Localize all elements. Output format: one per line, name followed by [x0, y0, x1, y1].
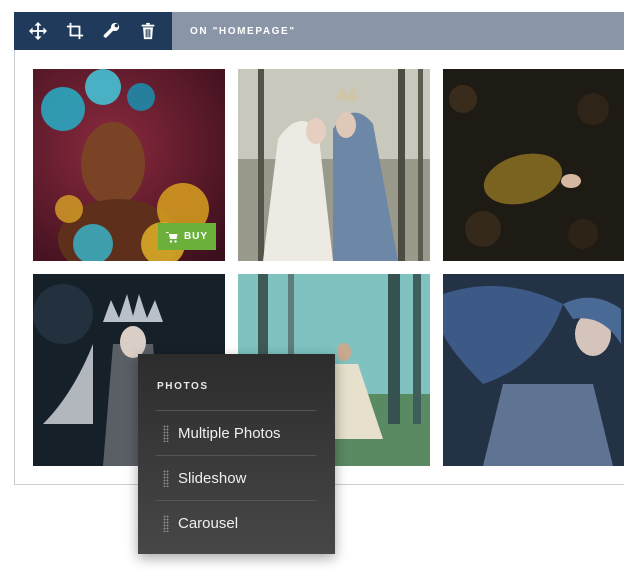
toolbar-page-label: ON "HOMEPAGE" [190, 25, 296, 37]
drag-handle-icon[interactable] [163, 424, 169, 442]
menu-item-label: Multiple Photos [178, 424, 281, 442]
photo-tile-2[interactable] [238, 69, 430, 261]
toolbar-tools [14, 12, 172, 50]
menu-item-carousel[interactable]: Carousel [156, 500, 316, 545]
editor-toolbar: ON "HOMEPAGE" [14, 12, 624, 50]
photo-tile-6[interactable] [443, 274, 624, 466]
buy-button[interactable]: BUY [158, 223, 216, 250]
photo-couple-forest [238, 69, 430, 261]
photo-leaves-gold-dress [443, 69, 624, 261]
menu-item-slideshow[interactable]: Slideshow [156, 455, 316, 500]
photo-blue-haired-woman [443, 274, 624, 466]
crop-icon[interactable] [61, 17, 89, 45]
wrench-icon[interactable] [97, 17, 125, 45]
menu-item-label: Slideshow [178, 469, 247, 487]
photos-menu: PHOTOS Multiple Photos Slideshow Carouse… [138, 354, 335, 554]
menu-title: PHOTOS [157, 381, 209, 392]
trash-icon[interactable] [134, 17, 162, 45]
drag-handle-icon[interactable] [163, 469, 169, 487]
photo-tile-3[interactable] [443, 69, 624, 261]
drag-handle-icon[interactable] [163, 514, 169, 532]
move-icon[interactable] [24, 17, 52, 45]
menu-item-label: Carousel [178, 514, 239, 532]
buy-button-label: BUY [183, 231, 209, 242]
menu-item-multiple-photos[interactable]: Multiple Photos [156, 410, 316, 455]
cart-icon [165, 231, 178, 243]
